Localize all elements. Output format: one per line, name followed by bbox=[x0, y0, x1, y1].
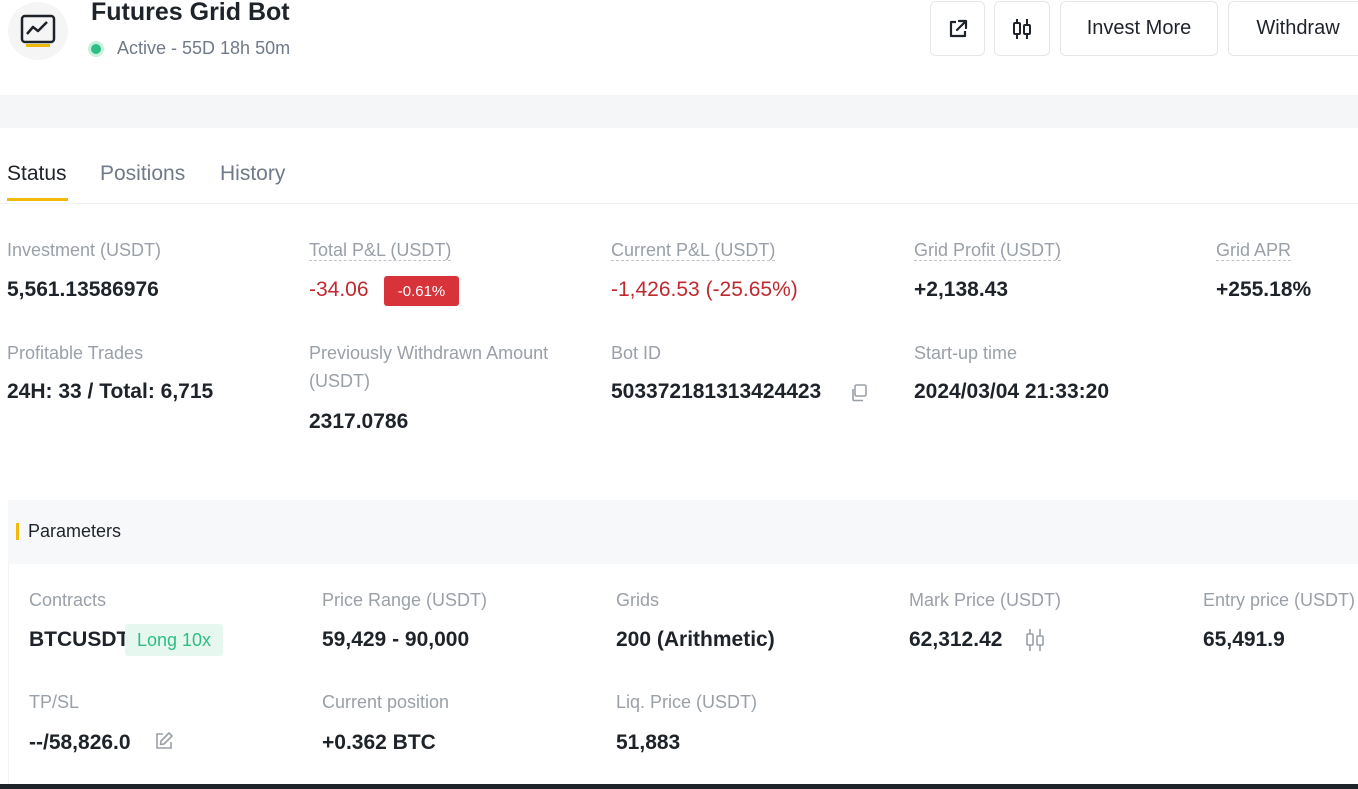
total-pnl-percent-badge: -0.61% bbox=[384, 276, 459, 306]
contracts-label: Contracts bbox=[29, 590, 107, 610]
liq-price-value: 51,883 bbox=[616, 731, 681, 754]
page-title: Futures Grid Bot bbox=[91, 0, 290, 26]
tpsl-label: TP/SL bbox=[29, 692, 80, 712]
price-range-label: Price Range (USDT) bbox=[322, 590, 488, 610]
tpsl-value: --/58,826.0 bbox=[29, 731, 131, 754]
startup-time-label: Start-up time bbox=[914, 343, 1018, 363]
grid-profit-label-text: Grid Profit (USDT) bbox=[914, 240, 1062, 261]
grid-apr-label[interactable]: Grid APR bbox=[1216, 236, 1292, 264]
active-tab-indicator bbox=[7, 198, 68, 201]
withdraw-button[interactable]: Withdraw bbox=[1228, 1, 1358, 56]
grids-label: Grids bbox=[616, 590, 660, 610]
candlestick-icon bbox=[1013, 18, 1031, 39]
withdrawn-value: 2317.0786 bbox=[309, 410, 409, 433]
chart-line-icon bbox=[8, 2, 68, 60]
active-status-dot-icon bbox=[88, 40, 104, 57]
position-side-badge: Long 10x bbox=[125, 624, 223, 656]
candlestick-icon[interactable] bbox=[1024, 627, 1046, 653]
mark-price-label: Mark Price (USDT) bbox=[909, 590, 1061, 610]
share-button[interactable] bbox=[930, 1, 985, 56]
kline-chart-button[interactable] bbox=[994, 1, 1050, 56]
liq-price-label: Liq. Price (USDT) bbox=[616, 692, 758, 712]
bot-status-text: Active - 55D 18h 50m bbox=[117, 38, 291, 58]
tab-status[interactable]: Status bbox=[7, 162, 67, 186]
parameters-accent-bar bbox=[16, 523, 19, 540]
investment-value: 5,561.13586976 bbox=[7, 278, 159, 301]
grids-value: 200 (Arithmetic) bbox=[616, 628, 775, 651]
share-external-icon bbox=[949, 19, 967, 37]
grid-apr-value: +255.18% bbox=[1216, 278, 1312, 301]
investment-label: Investment (USDT) bbox=[7, 240, 162, 260]
entry-price-label: Entry price (USDT) bbox=[1203, 590, 1356, 610]
contracts-value: BTCUSDT bbox=[29, 628, 130, 651]
profitable-trades-label: Profitable Trades bbox=[7, 343, 144, 363]
withdrawn-label-line1: Previously Withdrawn Amount bbox=[309, 343, 549, 363]
grid-apr-label-text: Grid APR bbox=[1216, 240, 1292, 261]
withdrawn-label-line2: (USDT) bbox=[309, 371, 370, 391]
bot-header: Futures Grid Bot Active - 55D 18h 50m In… bbox=[0, 0, 1358, 95]
entry-price-value: 65,491.9 bbox=[1203, 628, 1285, 651]
startup-time-value: 2024/03/04 21:33:20 bbox=[914, 380, 1109, 403]
edit-icon[interactable] bbox=[154, 731, 174, 751]
current-pnl-label[interactable]: Current P&L (USDT) bbox=[611, 236, 776, 264]
grid-profit-label[interactable]: Grid Profit (USDT) bbox=[914, 236, 1062, 264]
price-range-value: 59,429 - 90,000 bbox=[322, 628, 470, 651]
total-pnl-label[interactable]: Total P&L (USDT) bbox=[309, 236, 452, 264]
invest-more-button[interactable]: Invest More bbox=[1060, 1, 1218, 56]
current-pnl-value: -1,426.53 (-25.65%) bbox=[611, 278, 798, 301]
total-pnl-label-text: Total P&L (USDT) bbox=[309, 240, 452, 261]
parameters-body bbox=[8, 564, 1358, 784]
bot-status: Active - 55D 18h 50m bbox=[88, 38, 290, 59]
tab-positions[interactable]: Positions bbox=[100, 162, 185, 186]
total-pnl-value: -34.06 bbox=[309, 278, 369, 301]
bot-id-value: 503372181313424423 bbox=[611, 380, 822, 403]
parameters-title: Parameters bbox=[28, 521, 122, 541]
grid-profit-value: +2,138.43 bbox=[914, 278, 1009, 301]
current-position-label: Current position bbox=[322, 692, 450, 712]
current-position-value: +0.362 BTC bbox=[322, 731, 436, 754]
parameters-section-header: Parameters bbox=[8, 500, 1358, 564]
section-divider-band bbox=[0, 95, 1358, 128]
tab-bar: Status Positions History bbox=[0, 128, 1358, 204]
bottom-border bbox=[0, 784, 1358, 789]
current-pnl-label-text: Current P&L (USDT) bbox=[611, 240, 776, 261]
tab-history[interactable]: History bbox=[220, 162, 285, 186]
bot-id-label: Bot ID bbox=[611, 343, 662, 363]
copy-icon[interactable] bbox=[850, 384, 868, 402]
profitable-trades-value: 24H: 33 / Total: 6,715 bbox=[7, 380, 214, 403]
mark-price-value: 62,312.42 bbox=[909, 628, 1003, 651]
